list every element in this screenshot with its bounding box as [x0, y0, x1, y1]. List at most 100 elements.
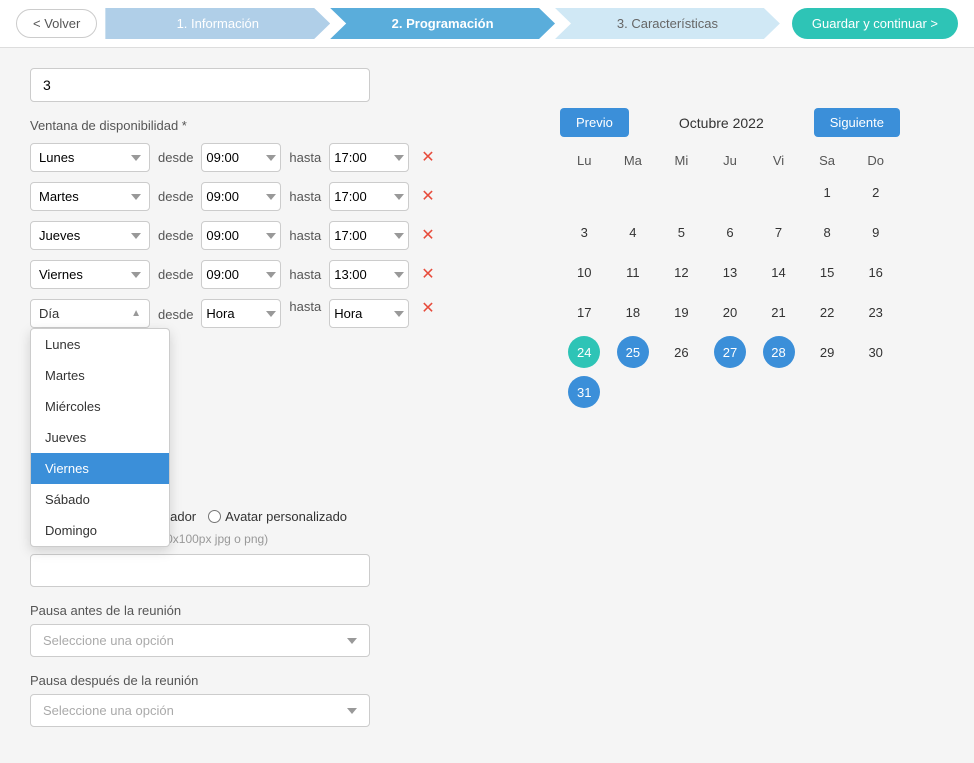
desde-1: desde [158, 150, 193, 165]
calendar-day[interactable]: 15 [803, 252, 852, 292]
calendar-day[interactable]: 16 [851, 252, 900, 292]
save-button[interactable]: Guardar y continuar > [792, 8, 958, 39]
from-time-3[interactable]: 09:00 [201, 221, 281, 250]
to-time-2[interactable]: 17:00 [329, 182, 409, 211]
day-select-2[interactable]: LunesMartesMiércoles JuevesViernesSábado… [30, 182, 150, 211]
day-header-do: Do [851, 149, 900, 172]
calendar-day [754, 172, 803, 212]
calendar-day[interactable]: 26 [657, 332, 706, 372]
desde-2: desde [158, 189, 193, 204]
calendar-day[interactable]: 6 [706, 212, 755, 252]
calendar-day[interactable]: 11 [609, 252, 658, 292]
desde-3: desde [158, 228, 193, 243]
calendar-day[interactable]: 10 [560, 252, 609, 292]
calendar-day [657, 372, 706, 412]
remove-row-5[interactable]: ✕ [417, 299, 438, 319]
calendar-day[interactable]: 22 [803, 292, 852, 332]
calendar-day [560, 172, 609, 212]
calendar-day [657, 172, 706, 212]
calendar-day[interactable]: 31 [560, 372, 609, 412]
calendar-day[interactable]: 9 [851, 212, 900, 252]
to-time-1[interactable]: 17:0018:00 [329, 143, 409, 172]
calendar-day[interactable]: 4 [609, 212, 658, 252]
remove-row-4[interactable]: ✕ [417, 265, 438, 285]
hasta-2: hasta [289, 189, 321, 204]
calendar-day[interactable]: 13 [706, 252, 755, 292]
next-button[interactable]: Siguiente [814, 108, 900, 137]
calendar-day[interactable]: 17 [560, 292, 609, 332]
calendar-day[interactable]: 7 [754, 212, 803, 252]
day-select-5-value: Día [39, 306, 59, 321]
dropdown-item-sabado[interactable]: Sábado [31, 484, 169, 515]
dropdown-item-viernes[interactable]: Viernes [31, 453, 169, 484]
number-input[interactable] [30, 68, 370, 102]
day-header-lu: Lu [560, 149, 609, 172]
to-time-3[interactable]: 17:00 [329, 221, 409, 250]
calendar-day[interactable]: 18 [609, 292, 658, 332]
calendar-day[interactable]: 19 [657, 292, 706, 332]
to-time-5[interactable]: Hora [329, 299, 409, 328]
step-1[interactable]: 1. Información [105, 8, 330, 39]
right-panel: Previo Octubre 2022 Siguiente Lu Ma Mi J… [560, 108, 900, 743]
calendar-day[interactable]: 8 [803, 212, 852, 252]
remove-row-1[interactable]: ✕ [417, 148, 438, 168]
pause-before-select[interactable]: Seleccione una opción [30, 624, 370, 657]
calendar-day [706, 372, 755, 412]
dropdown-item-jueves[interactable]: Jueves [31, 422, 169, 453]
back-button[interactable]: < Volver [16, 9, 97, 38]
to-time-4[interactable]: 13:00 [329, 260, 409, 289]
day-select-4[interactable]: LunesMartesMiércoles JuevesViernesSábado… [30, 260, 150, 289]
calendar-day[interactable]: 21 [754, 292, 803, 332]
calendar-day[interactable]: 14 [754, 252, 803, 292]
calendar-day[interactable]: 23 [851, 292, 900, 332]
remove-row-2[interactable]: ✕ [417, 187, 438, 207]
day-row-4: LunesMartesMiércoles JuevesViernesSábado… [30, 260, 520, 289]
calendar-day [706, 172, 755, 212]
day-header-mi: Mi [657, 149, 706, 172]
dropdown-arrow: ▲ [131, 308, 141, 319]
day-row-3: LunesMartesMiércoles JuevesViernesSábado… [30, 221, 520, 250]
day-select-5-display[interactable]: Día ▲ [30, 299, 150, 328]
availability-label: Ventana de disponibilidad * [30, 118, 520, 133]
calendar-day[interactable]: 24 [560, 332, 609, 372]
dropdown-item-martes[interactable]: Martes [31, 360, 169, 391]
remove-row-3[interactable]: ✕ [417, 226, 438, 246]
day-select-1[interactable]: LunesMartesMiércoles JuevesViernesSábado… [30, 143, 150, 172]
pause-after-select[interactable]: Seleccione una opción [30, 694, 370, 727]
radio-custom[interactable]: Avatar personalizado [208, 509, 347, 524]
calendar-day[interactable]: 5 [657, 212, 706, 252]
calendar-day[interactable]: 20 [706, 292, 755, 332]
avatar-upload-input[interactable] [30, 554, 370, 587]
dropdown-item-domingo[interactable]: Domingo [31, 515, 169, 546]
pause-before-label: Pausa antes de la reunión [30, 603, 520, 618]
desde-4: desde [158, 267, 193, 282]
main-content: Ventana de disponibilidad * LunesMartesM… [0, 48, 974, 763]
calendar-day[interactable]: 30 [851, 332, 900, 372]
calendar-day[interactable]: 12 [657, 252, 706, 292]
day-row-2: LunesMartesMiércoles JuevesViernesSábado… [30, 182, 520, 211]
dropdown-item-lunes[interactable]: Lunes [31, 329, 169, 360]
from-time-1[interactable]: 09:0010:0011:00 [201, 143, 281, 172]
calendar-day[interactable]: 2 [851, 172, 900, 212]
calendar-day[interactable]: 28 [754, 332, 803, 372]
from-time-4[interactable]: 09:00 [201, 260, 281, 289]
calendar-grid: Lu Ma Mi Ju Vi Sa Do 1234567891011121314… [560, 149, 900, 412]
calendar-day [803, 372, 852, 412]
step-2[interactable]: 2. Programación [330, 8, 555, 39]
from-time-2[interactable]: 09:00 [201, 182, 281, 211]
day-header-vi: Vi [754, 149, 803, 172]
calendar-day[interactable]: 27 [706, 332, 755, 372]
calendar-day [609, 172, 658, 212]
calendar-day[interactable]: 29 [803, 332, 852, 372]
day-dropdown-menu: Lunes Martes Miércoles Jueves Viernes Sá… [30, 328, 170, 547]
prev-button[interactable]: Previo [560, 108, 629, 137]
calendar-day[interactable]: 3 [560, 212, 609, 252]
day-header-ju: Ju [706, 149, 755, 172]
calendar-day[interactable]: 25 [609, 332, 658, 372]
day-select-3[interactable]: LunesMartesMiércoles JuevesViernesSábado… [30, 221, 150, 250]
dropdown-item-miercoles[interactable]: Miércoles [31, 391, 169, 422]
calendar-day[interactable]: 1 [803, 172, 852, 212]
step-3[interactable]: 3. Características [555, 8, 780, 39]
from-time-5[interactable]: Hora [201, 299, 281, 328]
day-row-1: LunesMartesMiércoles JuevesViernesSábado… [30, 143, 520, 172]
